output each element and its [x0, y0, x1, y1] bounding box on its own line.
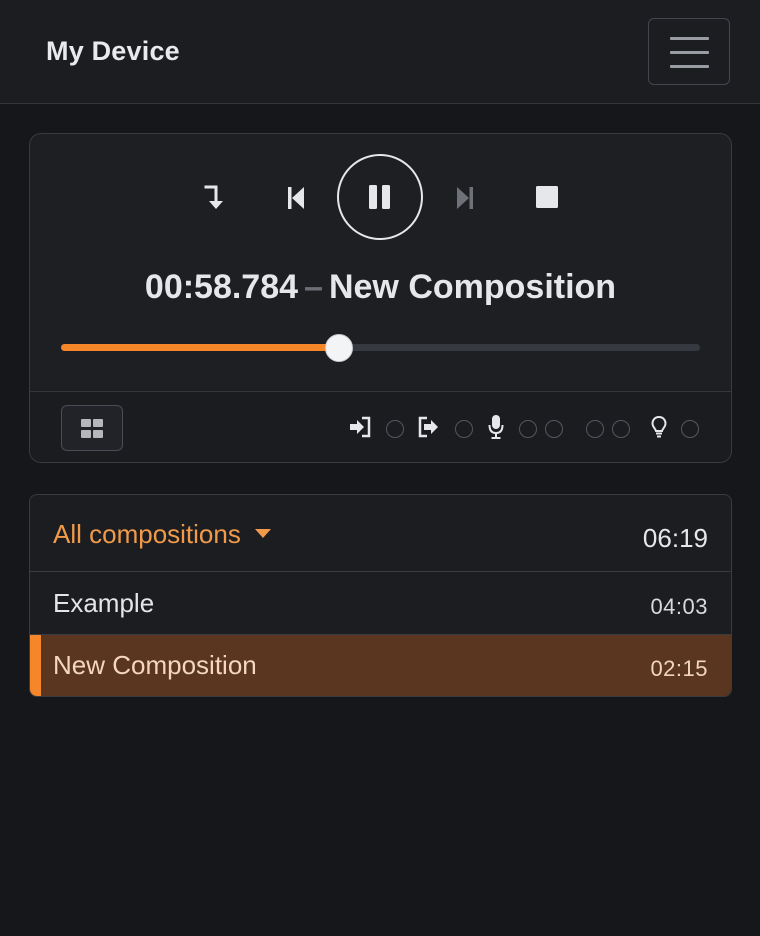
player-footer — [30, 391, 731, 462]
seek-thumb[interactable] — [324, 334, 353, 362]
active-indicator — [30, 635, 41, 696]
elapsed-time: 00:58.784 — [144, 268, 299, 306]
skip-back-button[interactable] — [285, 184, 307, 212]
now-playing: 00:58.784– New Composition — [30, 268, 731, 307]
composition-row-example[interactable]: Example 04:03 — [30, 573, 731, 635]
seek-progress — [61, 344, 339, 351]
composition-row-new-composition[interactable]: New Composition 02:15 — [30, 635, 731, 696]
skip-back-icon — [288, 187, 304, 209]
status-dot — [586, 420, 604, 438]
status-dot — [519, 420, 537, 438]
composition-name: Example — [53, 588, 155, 618]
composition-name: New Composition — [53, 650, 257, 680]
navbar: My Device — [0, 0, 760, 104]
composition-filter-dropdown[interactable]: All compositions — [53, 519, 271, 550]
microphone-icon — [488, 414, 504, 445]
player-card: 00:58.784– New Composition — [29, 133, 732, 463]
filter-label: All compositions — [53, 519, 241, 549]
hamburger-icon — [670, 37, 709, 40]
composition-list: All compositions 06:19 Example 04:03 New… — [29, 494, 732, 697]
sign-in-icon — [349, 416, 371, 443]
hamburger-icon-line — [670, 51, 709, 54]
status-dot — [455, 420, 473, 438]
grid-view-button[interactable] — [61, 405, 123, 451]
composition-list-header: All compositions 06:19 — [30, 495, 731, 572]
composition-duration: 02:15 — [650, 656, 708, 681]
app-title[interactable]: My Device — [46, 36, 180, 67]
status-dot — [545, 420, 563, 438]
skip-forward-icon — [457, 187, 473, 209]
status-dot — [386, 420, 404, 438]
arrow-down-turn-icon — [204, 185, 223, 209]
pause-button[interactable] — [337, 154, 423, 240]
stop-icon — [536, 186, 558, 208]
current-composition: New Composition — [328, 268, 617, 306]
pause-icon — [369, 185, 390, 209]
separator: – — [304, 268, 323, 306]
hamburger-icon-line — [670, 65, 709, 68]
menu-toggle-button[interactable] — [648, 18, 730, 85]
sign-out-icon — [418, 416, 440, 443]
caret-down-icon — [254, 528, 271, 538]
status-dot — [612, 420, 630, 438]
jump-to-marker-button[interactable] — [203, 184, 225, 212]
composition-duration: 04:03 — [650, 594, 708, 619]
seek-slider[interactable] — [61, 334, 700, 362]
skip-forward-button[interactable] — [454, 184, 476, 212]
status-dot — [681, 420, 699, 438]
lightbulb-icon — [651, 415, 667, 444]
total-duration: 06:19 — [642, 523, 708, 553]
stop-button[interactable] — [535, 185, 559, 209]
